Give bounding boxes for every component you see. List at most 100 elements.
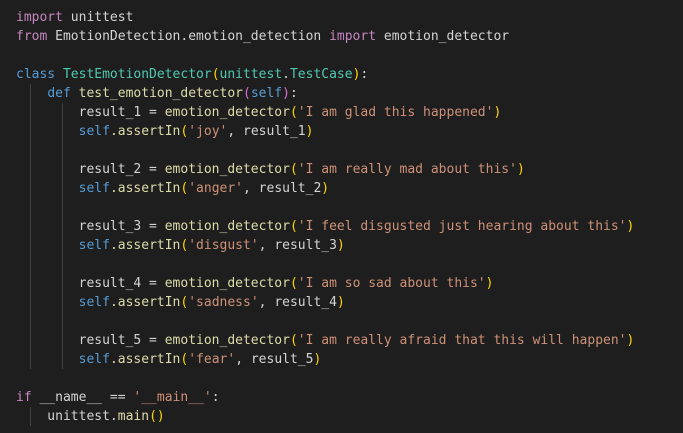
code-token: self [250, 86, 283, 101]
code-token: ) [626, 219, 635, 234]
code-line[interactable]: ​ [16, 46, 634, 65]
code-token: : [289, 86, 298, 101]
code-token: ( [289, 276, 298, 291]
code-token: ( [243, 86, 251, 101]
indent-guide [30, 255, 31, 274]
code-token: 'I am really afraid that this will happe… [297, 333, 627, 348]
indent-guide [30, 312, 31, 331]
code-token: unittest [219, 67, 283, 82]
code-token: ) [516, 162, 525, 177]
code-token: import [329, 29, 377, 44]
code-line[interactable]: self.assertIn('disgust', result_3) [16, 236, 634, 255]
code-token: 'joy' [188, 124, 228, 139]
code-token: '__main__' [133, 390, 212, 405]
indent-guide [62, 255, 63, 274]
code-token: emotion_detector [164, 105, 290, 120]
code-token: self [78, 181, 110, 196]
indent-guide [30, 84, 31, 103]
indent-guide [30, 141, 31, 160]
code-token: 'fear' [188, 352, 236, 367]
code-line[interactable]: from EmotionDetection.emotion_detection … [16, 27, 634, 46]
code-token: self [78, 295, 110, 310]
code-token: class [16, 67, 56, 82]
indent-guide [62, 331, 63, 350]
code-line[interactable]: self.assertIn('joy', result_1) [16, 122, 634, 141]
code-token: ) [336, 295, 345, 310]
code-line[interactable]: if __name__ == '__main__': [16, 388, 634, 407]
code-line[interactable]: import unittest [16, 8, 634, 27]
code-token: , result_2 [243, 181, 322, 196]
code-token: , result_3 [258, 238, 337, 253]
code-token: : [360, 67, 369, 82]
code-token: import [16, 10, 63, 25]
code-token: ) [313, 352, 322, 367]
code-token: ( [289, 219, 298, 234]
code-token: emotion_detector [164, 219, 290, 234]
code-token: if [16, 390, 32, 405]
code-line[interactable]: result_1 = emotion_detector('I am glad t… [16, 103, 634, 122]
code-editor[interactable]: import unittest from EmotionDetection.emo… [0, 0, 683, 433]
code-token: emotion_detector [376, 29, 510, 44]
code-area[interactable]: import unittest from EmotionDetection.emo… [16, 8, 634, 426]
code-line[interactable]: result_3 = emotion_detector('I feel disg… [16, 217, 634, 236]
code-line[interactable]: result_4 = emotion_detector('I am so sad… [16, 274, 634, 293]
code-token: 'I am so sad about this' [297, 276, 486, 291]
code-token: . [282, 67, 290, 82]
code-token: .assertIn [109, 181, 181, 196]
indent-guide [62, 350, 63, 369]
code-token: self [78, 124, 110, 139]
indent-guide [30, 331, 31, 350]
code-token: () [149, 409, 165, 424]
code-token: def [47, 86, 71, 101]
code-token: result_4 = [16, 276, 165, 291]
code-token: result_1 = [16, 105, 165, 120]
code-token: ) [321, 181, 330, 196]
indent-guide [62, 198, 63, 217]
indent-guide [62, 179, 63, 198]
code-token: unittest. [16, 409, 118, 424]
code-line[interactable]: result_2 = emotion_detector('I am really… [16, 160, 634, 179]
code-token: ( [289, 333, 298, 348]
code-token: .assertIn [109, 352, 181, 367]
code-token: 'sadness' [188, 295, 259, 310]
indent-guide [30, 407, 31, 426]
code-token: ( [289, 162, 298, 177]
indent-guide [62, 141, 63, 160]
code-token: __name__ == [31, 390, 134, 405]
code-line[interactable]: ​ [16, 369, 634, 388]
code-token: unittest [62, 10, 134, 25]
code-line[interactable]: ​ [16, 255, 634, 274]
code-line[interactable]: ​ [16, 141, 634, 160]
code-line[interactable]: ​ [16, 198, 634, 217]
indent-guide [30, 350, 31, 369]
code-line[interactable]: ​ [16, 312, 634, 331]
code-token: ) [305, 124, 314, 139]
code-line[interactable]: unittest.main() [16, 407, 634, 426]
code-token: ( [289, 105, 298, 120]
indent-guide [62, 217, 63, 236]
indent-guide [62, 103, 63, 122]
code-token: ) [493, 105, 502, 120]
code-line[interactable]: self.assertIn('anger', result_2) [16, 179, 634, 198]
indent-guide [62, 160, 63, 179]
code-token: , result_5 [235, 352, 314, 367]
indent-guide [30, 103, 31, 122]
code-line[interactable]: self.assertIn('sadness', result_4) [16, 293, 634, 312]
code-line[interactable]: class TestEmotionDetector(unittest.TestC… [16, 65, 634, 84]
code-line[interactable]: self.assertIn('fear', result_5) [16, 350, 634, 369]
code-token: emotion_detector [164, 333, 290, 348]
code-token: , result_1 [227, 124, 306, 139]
code-line[interactable]: result_5 = emotion_detector('I am really… [16, 331, 634, 350]
code-token: result_3 = [16, 219, 165, 234]
indent-guide [62, 293, 63, 312]
code-token: main [117, 409, 150, 424]
code-token: : [211, 390, 220, 405]
code-token: TestEmotionDetector [62, 67, 212, 82]
code-line[interactable]: def test_emotion_detector(self): [16, 84, 634, 103]
